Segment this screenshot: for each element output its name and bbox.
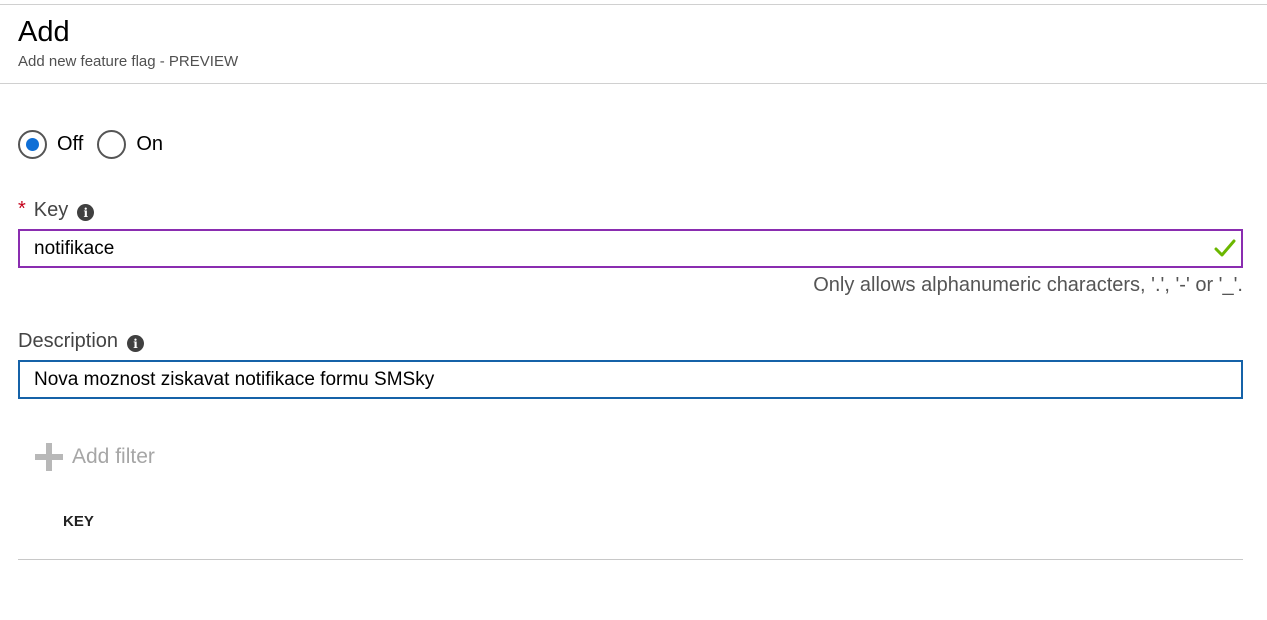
info-icon[interactable]: i bbox=[127, 335, 145, 352]
key-label-text: Key bbox=[33, 199, 69, 221]
add-filter-button[interactable]: Add filter bbox=[34, 442, 155, 472]
panel-header: Add Add new feature flag - PREVIEW bbox=[0, 5, 1267, 84]
plus-icon bbox=[34, 442, 64, 472]
filter-table-header-key: KEY bbox=[63, 513, 94, 530]
key-field-label: * Key i bbox=[18, 198, 95, 222]
key-helper-text: Only allows alphanumeric characters, '.'… bbox=[813, 274, 1243, 296]
page-title: Add bbox=[18, 16, 70, 48]
radio-on-label[interactable]: On bbox=[136, 133, 163, 156]
info-icon[interactable]: i bbox=[77, 204, 95, 221]
radio-off-label[interactable]: Off bbox=[57, 133, 83, 156]
required-marker: * bbox=[18, 198, 26, 220]
description-label-text: Description bbox=[18, 330, 119, 352]
description-input[interactable] bbox=[18, 360, 1243, 399]
radio-on-circle[interactable] bbox=[97, 129, 127, 159]
state-radio-group: Off On bbox=[18, 128, 177, 160]
filter-table-divider bbox=[18, 559, 1243, 560]
radio-off[interactable]: Off bbox=[18, 129, 83, 159]
description-field-label: Description i bbox=[18, 330, 145, 353]
radio-off-circle[interactable] bbox=[18, 129, 47, 159]
page-subtitle: Add new feature flag - PREVIEW bbox=[18, 53, 239, 70]
radio-on[interactable]: On bbox=[97, 129, 163, 159]
key-input[interactable] bbox=[18, 229, 1243, 268]
add-feature-flag-panel: Add Add new feature flag - PREVIEW Off O… bbox=[0, 0, 1267, 620]
checkmark-icon bbox=[1214, 239, 1236, 257]
add-filter-label: Add filter bbox=[72, 445, 155, 468]
